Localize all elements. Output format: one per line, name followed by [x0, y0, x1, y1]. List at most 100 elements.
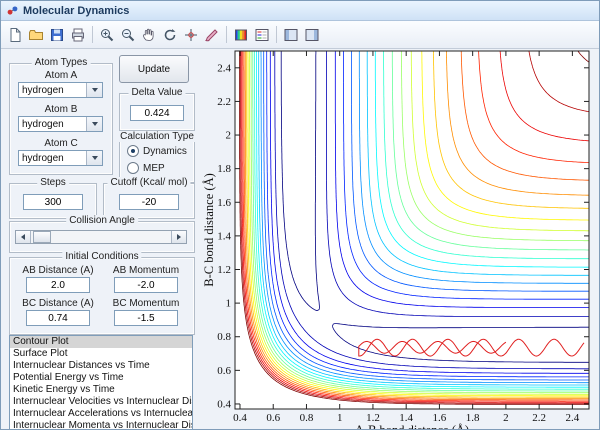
cutoff-title: Cutoff (Kcal/ mol) — [107, 177, 190, 188]
window-title: Molecular Dynamics — [23, 5, 129, 17]
plot-area: 0.40.60.811.21.41.61.822.22.40.40.60.811… — [201, 49, 600, 430]
rotate-3d-icon — [162, 27, 178, 43]
toolbar-separator — [92, 26, 93, 43]
svg-text:0.4: 0.4 — [217, 398, 231, 410]
pan-button[interactable] — [139, 25, 159, 45]
contour-plot[interactable]: 0.40.60.811.21.41.61.822.22.40.40.60.811… — [201, 49, 600, 430]
chevron-down-icon[interactable] — [86, 83, 102, 97]
chevron-down-icon[interactable] — [86, 151, 102, 165]
zoom-out-button[interactable] — [118, 25, 138, 45]
rotate-3d-button[interactable] — [160, 25, 180, 45]
arrow-right-icon — [177, 234, 181, 240]
collision-angle-panel: Collision Angle — [9, 221, 195, 253]
titlebar[interactable]: Molecular Dynamics — [1, 1, 599, 21]
zoom-in-icon — [99, 27, 115, 43]
atom-types-title: Atom Types — [32, 57, 91, 68]
toolbar-separator — [226, 26, 227, 43]
bc-distance-label: BC Distance (A) — [10, 298, 106, 309]
arrow-left-icon — [21, 234, 25, 240]
legend-icon — [254, 27, 270, 43]
update-button[interactable]: Update — [119, 55, 189, 83]
svg-text:1: 1 — [337, 412, 343, 424]
print-button[interactable] — [68, 25, 88, 45]
print-icon — [70, 27, 86, 43]
slider-track[interactable] — [31, 231, 171, 243]
open-folder-icon — [28, 27, 44, 43]
delta-value-input[interactable] — [130, 105, 184, 121]
atom-b-dropdown[interactable]: hydrogen — [18, 116, 103, 132]
svg-text:2.2: 2.2 — [532, 412, 546, 424]
brush-icon — [204, 27, 220, 43]
toolbar — [1, 21, 599, 49]
steps-input[interactable] — [23, 194, 83, 210]
svg-text:2.4: 2.4 — [566, 412, 580, 424]
ab-momentum-label: AB Momentum — [98, 265, 194, 276]
svg-text:1.8: 1.8 — [217, 163, 231, 175]
show-plot-tools-button[interactable] — [302, 25, 322, 45]
collision-angle-slider[interactable] — [15, 230, 187, 244]
delta-value-panel: Delta Value — [119, 93, 195, 131]
cutoff-panel: Cutoff (Kcal/ mol) — [103, 183, 195, 219]
initial-conditions-title: Initial Conditions — [62, 251, 141, 262]
content: Atom Types Atom A hydrogen Atom B hydrog… — [1, 49, 599, 429]
new-document-button[interactable] — [5, 25, 25, 45]
list-item[interactable]: Kinetic Energy vs Time — [10, 384, 192, 396]
calculation-type-title: Calculation Type — [117, 131, 197, 142]
svg-text:2: 2 — [503, 412, 509, 424]
atom-c-value: hydrogen — [19, 153, 86, 164]
radio-dynamics-label: Dynamics — [143, 146, 187, 157]
svg-text:1.6: 1.6 — [217, 197, 231, 209]
atom-b-value: hydrogen — [19, 119, 86, 130]
ab-distance-input[interactable] — [26, 277, 90, 293]
svg-text:0.6: 0.6 — [266, 412, 280, 424]
list-item[interactable]: Internuclear Velocities vs Internuclear … — [10, 396, 192, 408]
svg-text:1.2: 1.2 — [217, 264, 231, 276]
ab-momentum-input[interactable] — [114, 277, 178, 293]
initial-conditions-panel: Initial Conditions AB Distance (A) AB Mo… — [9, 257, 195, 335]
slider-left-arrow[interactable] — [16, 231, 31, 243]
atom-c-label: Atom C — [10, 138, 112, 149]
svg-text:1.4: 1.4 — [217, 230, 231, 242]
insert-legend-button[interactable] — [252, 25, 272, 45]
data-cursor-button[interactable] — [181, 25, 201, 45]
slider-right-arrow[interactable] — [171, 231, 186, 243]
radio-dynamics[interactable]: Dynamics — [127, 145, 187, 157]
atom-a-label: Atom A — [10, 70, 112, 81]
colorbar-icon — [233, 27, 249, 43]
chevron-down-icon[interactable] — [86, 117, 102, 131]
slider-thumb[interactable] — [33, 231, 51, 243]
brush-button[interactable] — [202, 25, 222, 45]
show-plot-tools-icon — [304, 27, 320, 43]
plot-type-listbox[interactable]: Contour Plot Surface Plot Internuclear D… — [9, 335, 193, 430]
svg-text:B-C bond distance (Å): B-C bond distance (Å) — [202, 173, 216, 287]
radio-mep[interactable]: MEP — [127, 162, 165, 174]
ab-distance-label: AB Distance (A) — [10, 265, 106, 276]
atom-a-value: hydrogen — [19, 85, 86, 96]
delta-value-title: Delta Value — [129, 87, 186, 98]
list-item[interactable]: Internuclear Distances vs Time — [10, 360, 192, 372]
cutoff-input[interactable] — [119, 194, 179, 210]
radio-button-icon — [127, 162, 139, 174]
insert-colorbar-button[interactable] — [231, 25, 251, 45]
atom-a-dropdown[interactable]: hydrogen — [18, 82, 103, 98]
bc-momentum-input[interactable] — [114, 310, 178, 326]
svg-text:A-B bond distance (Å): A-B bond distance (Å) — [355, 423, 469, 430]
save-button[interactable] — [47, 25, 67, 45]
svg-text:0.8: 0.8 — [300, 412, 314, 424]
list-item[interactable]: Internuclear Accelerations vs Internucle… — [10, 408, 192, 420]
open-file-button[interactable] — [26, 25, 46, 45]
data-cursor-icon — [183, 27, 199, 43]
list-item-surface-plot[interactable]: Surface Plot — [10, 348, 192, 360]
app-window: Molecular Dynamics Atom Types Atom A hyd… — [0, 0, 600, 430]
steps-title: Steps — [37, 177, 69, 188]
bc-distance-input[interactable] — [26, 310, 90, 326]
atom-c-dropdown[interactable]: hydrogen — [18, 150, 103, 166]
list-item-contour-plot[interactable]: Contour Plot — [10, 336, 192, 348]
window-icon — [6, 4, 19, 17]
collision-angle-title: Collision Angle — [66, 215, 138, 226]
hide-plot-tools-button[interactable] — [281, 25, 301, 45]
list-item[interactable]: Internuclear Momenta vs Internuclear Dis… — [10, 420, 192, 430]
list-item[interactable]: Potential Energy vs Time — [10, 372, 192, 384]
pan-hand-icon — [141, 27, 157, 43]
zoom-in-button[interactable] — [97, 25, 117, 45]
